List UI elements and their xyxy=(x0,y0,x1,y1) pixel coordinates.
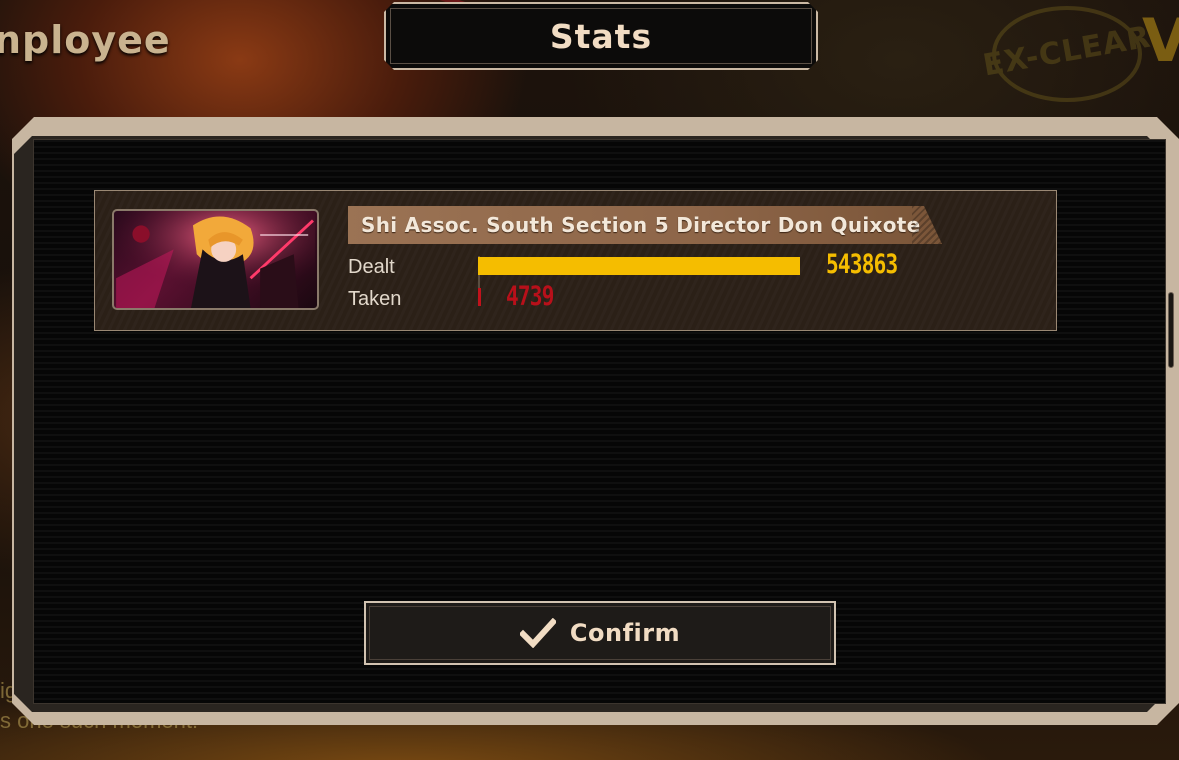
checkmark-icon xyxy=(519,618,556,648)
character-name: Shi Assoc. South Section 5 Director Don … xyxy=(361,213,921,237)
damage-dealt-value: 543863 xyxy=(826,249,898,280)
confirm-button[interactable]: Confirm xyxy=(364,601,836,665)
background-corner-letter: V xyxy=(1142,6,1179,76)
character-portrait xyxy=(112,209,319,310)
damage-taken-bar xyxy=(478,288,481,306)
portrait-illustration xyxy=(116,211,315,308)
confirm-label: Confirm xyxy=(569,619,681,647)
title-plate: Stats xyxy=(384,2,818,70)
dialog-title: Stats xyxy=(549,16,653,56)
ex-clear-stamp: EX-CLEAR xyxy=(980,6,1154,102)
background-heading: nployee xyxy=(0,18,171,62)
damage-taken-value: 4739 xyxy=(506,281,554,312)
character-name-banner: Shi Assoc. South Section 5 Director Don … xyxy=(348,206,942,244)
scrollbar[interactable] xyxy=(1168,292,1174,368)
taken-label: Taken xyxy=(348,288,402,310)
damage-dealt-bar xyxy=(478,257,800,275)
dealt-label: Dealt xyxy=(348,256,395,278)
